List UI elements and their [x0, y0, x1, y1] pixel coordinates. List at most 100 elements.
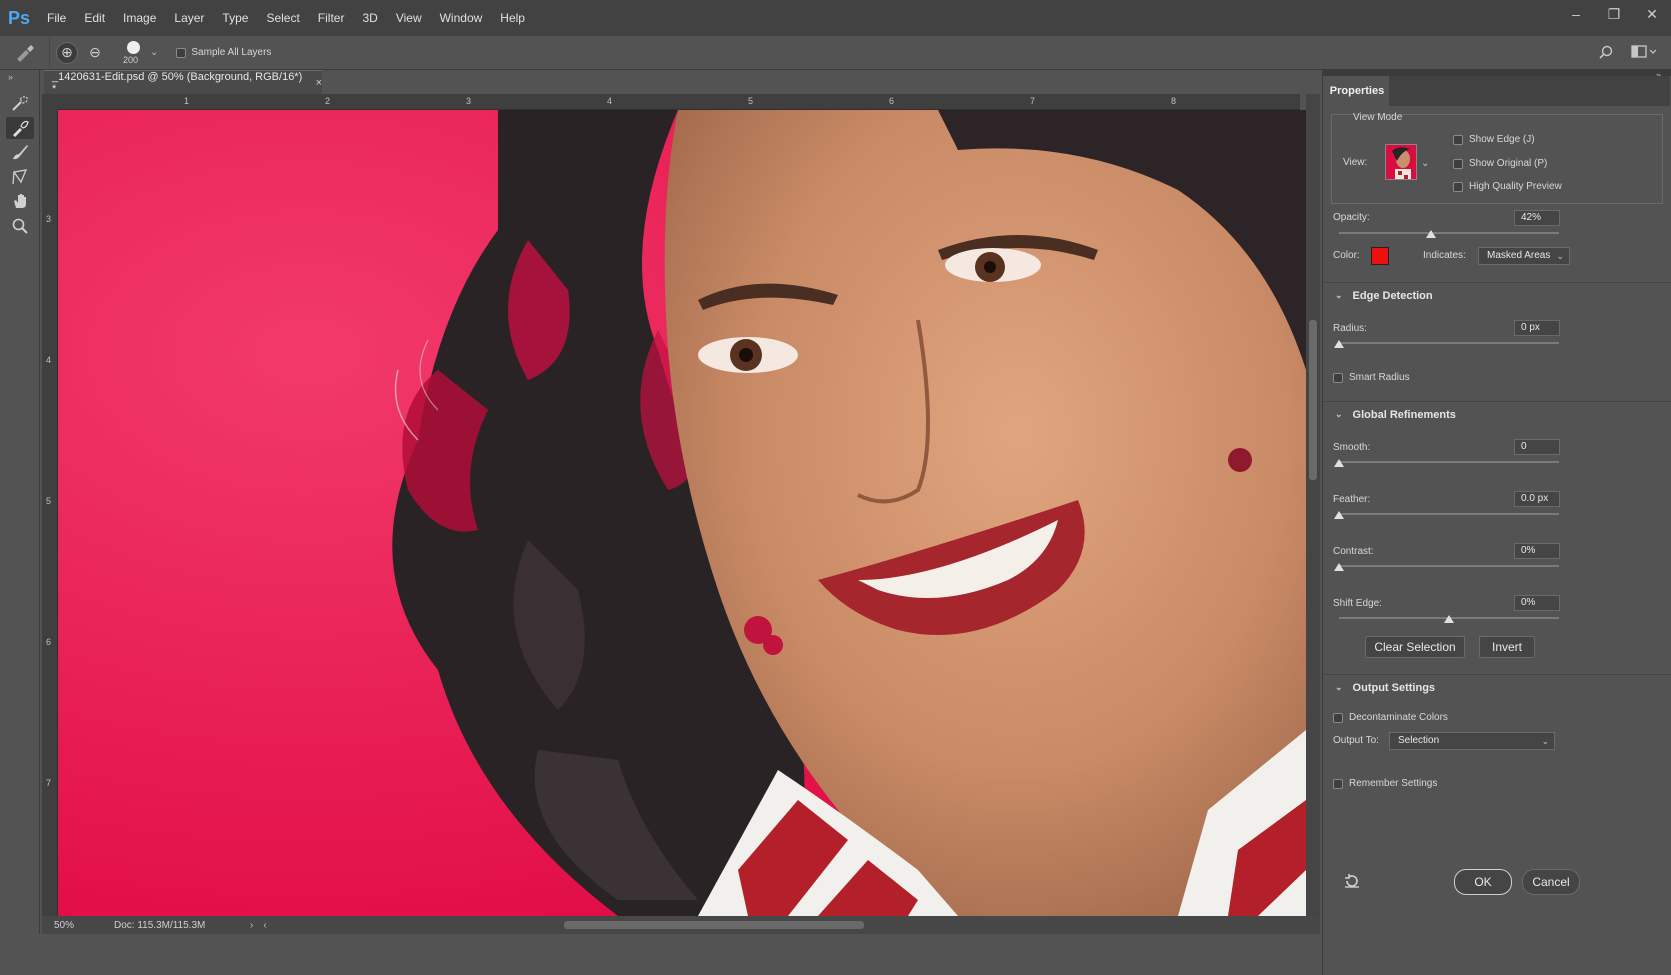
search-icon[interactable] [1599, 45, 1613, 62]
chevron-down-icon[interactable]: ⌄ [1421, 158, 1429, 169]
minimize-button[interactable]: – [1557, 0, 1595, 28]
bottom-gutter [0, 934, 1322, 975]
menu-3d[interactable]: 3D [353, 0, 386, 36]
contrast-slider[interactable] [1339, 565, 1559, 567]
document-tab[interactable]: _1420631-Edit.psd @ 50% (Background, RGB… [44, 70, 322, 95]
feather-slider[interactable] [1339, 513, 1559, 515]
window-controls: – ❐ ✕ [1557, 0, 1671, 36]
ruler-tick: 3 [466, 96, 472, 106]
opacity-slider-thumb[interactable] [1426, 230, 1437, 238]
horizontal-scrollbar[interactable] [272, 920, 1302, 930]
hand-tool-icon[interactable] [6, 190, 34, 212]
contrast-slider-thumb[interactable] [1334, 563, 1344, 571]
menu-type[interactable]: Type [213, 0, 257, 36]
horizontal-ruler[interactable]: 1 2 3 4 5 6 7 8 [58, 94, 1300, 110]
reset-icon[interactable] [1343, 872, 1361, 893]
menu-layer[interactable]: Layer [165, 0, 213, 36]
show-edge-option[interactable]: Show Edge (J) [1453, 134, 1535, 145]
menu-file[interactable]: File [38, 0, 75, 36]
opacity-input[interactable]: 42% [1514, 210, 1560, 226]
ruler-tick: 5 [46, 496, 52, 506]
add-to-selection-icon[interactable]: ⊕ [56, 41, 78, 64]
ruler-tick: 4 [607, 96, 613, 106]
cancel-button[interactable]: Cancel [1522, 869, 1580, 895]
radius-slider-thumb[interactable] [1334, 340, 1344, 348]
decontaminate-checkbox[interactable] [1333, 712, 1343, 723]
chevron-left-icon[interactable]: ‹ [263, 920, 266, 931]
invert-button[interactable]: Invert [1479, 636, 1535, 658]
menu-window[interactable]: Window [431, 0, 492, 36]
menu-edit[interactable]: Edit [75, 0, 114, 36]
sample-all-layers[interactable]: Sample All Layers [176, 47, 271, 58]
contrast-input[interactable]: 0% [1514, 543, 1560, 559]
shift-edge-input[interactable]: 0% [1514, 595, 1560, 611]
ruler-tick: 6 [889, 96, 895, 106]
chevron-down-icon[interactable]: ⌄ [150, 47, 158, 58]
smart-radius-checkbox[interactable] [1333, 372, 1343, 383]
opacity-slider[interactable] [1339, 232, 1559, 234]
remember-settings-option[interactable]: Remember Settings [1333, 778, 1437, 789]
show-edge-checkbox[interactable] [1453, 134, 1463, 145]
quick-selection-tool-icon[interactable] [6, 92, 34, 114]
refine-edge-brush-tool-icon[interactable] [6, 117, 34, 139]
chevron-right-icon[interactable]: › [250, 920, 253, 931]
high-quality-preview-option[interactable]: High Quality Preview [1453, 181, 1562, 192]
clear-selection-button[interactable]: Clear Selection [1365, 636, 1465, 658]
decontaminate-option[interactable]: Decontaminate Colors [1333, 712, 1448, 723]
smooth-slider[interactable] [1339, 461, 1559, 463]
menu-select[interactable]: Select [257, 0, 308, 36]
show-original-option[interactable]: Show Original (P) [1453, 158, 1547, 169]
feather-input[interactable]: 0.0 px [1514, 491, 1560, 507]
collapse-toolbar-icon[interactable]: » [8, 72, 13, 82]
workspace-switcher-icon[interactable] [1631, 44, 1657, 62]
vertical-scroll-thumb[interactable] [1309, 320, 1317, 480]
indicates-dropdown[interactable]: Masked Areas ⌄ [1478, 247, 1570, 265]
tab-properties[interactable]: Properties [1325, 76, 1389, 106]
opacity-label: Opacity: [1333, 212, 1370, 223]
ruler-tick: 4 [46, 355, 52, 365]
close-document-icon[interactable]: × [316, 77, 322, 89]
remember-settings-label: Remember Settings [1349, 778, 1438, 789]
shift-edge-slider-thumb[interactable] [1444, 615, 1454, 623]
smart-radius-option[interactable]: Smart Radius [1333, 372, 1410, 383]
output-to-dropdown[interactable]: Selection ⌄ [1389, 732, 1555, 750]
overlay-color-swatch[interactable] [1371, 247, 1389, 265]
radius-slider[interactable] [1339, 342, 1559, 344]
menu-filter[interactable]: Filter [309, 0, 354, 36]
feather-slider-thumb[interactable] [1334, 511, 1344, 519]
horizontal-scroll-thumb[interactable] [564, 921, 864, 929]
ruler-origin[interactable] [42, 94, 58, 110]
menu-help[interactable]: Help [491, 0, 534, 36]
zoom-tool-icon[interactable] [6, 215, 34, 237]
restore-button[interactable]: ❐ [1595, 0, 1633, 28]
brush-tool-icon[interactable] [6, 141, 34, 163]
edge-detection-header[interactable]: ⌄ Edge Detection [1323, 282, 1671, 308]
vertical-scrollbar[interactable] [1306, 94, 1320, 916]
close-window-button[interactable]: ✕ [1633, 0, 1671, 28]
radius-input[interactable]: 0 px [1514, 320, 1560, 336]
brush-size-picker[interactable]: 200 [120, 38, 148, 68]
sample-all-layers-checkbox[interactable] [176, 47, 187, 58]
view-mode-thumbnail[interactable] [1385, 144, 1417, 180]
document-canvas[interactable] [58, 110, 1306, 916]
zoom-level[interactable]: 50% [42, 920, 92, 931]
menu-view[interactable]: View [387, 0, 431, 36]
remember-settings-checkbox[interactable] [1333, 778, 1343, 789]
show-original-checkbox[interactable] [1453, 158, 1463, 169]
global-refinements-header[interactable]: ⌄ Global Refinements [1323, 401, 1671, 427]
chevron-down-icon: ⌄ [1335, 682, 1343, 692]
vertical-ruler[interactable]: 3 4 5 6 7 [42, 110, 58, 916]
lasso-tool-icon[interactable] [6, 166, 34, 188]
output-settings-header[interactable]: ⌄ Output Settings [1323, 674, 1671, 700]
ok-button[interactable]: OK [1454, 869, 1512, 895]
properties-panel: » Properties View Mode View: ⌄ Show Edge… [1322, 70, 1671, 975]
smooth-input[interactable]: 0 [1514, 439, 1560, 455]
high-quality-preview-checkbox[interactable] [1453, 181, 1463, 192]
smooth-slider-thumb[interactable] [1334, 459, 1344, 467]
show-original-label: Show Original (P) [1469, 158, 1548, 169]
refine-edge-brush-preset-icon[interactable] [0, 35, 50, 70]
sample-all-layers-label: Sample All Layers [191, 47, 272, 58]
menu-image[interactable]: Image [114, 0, 165, 36]
options-bar: ⊕ ⊖ 200 ⌄ Sample All Layers [0, 35, 1671, 70]
subtract-from-selection-icon[interactable]: ⊖ [84, 42, 106, 64]
